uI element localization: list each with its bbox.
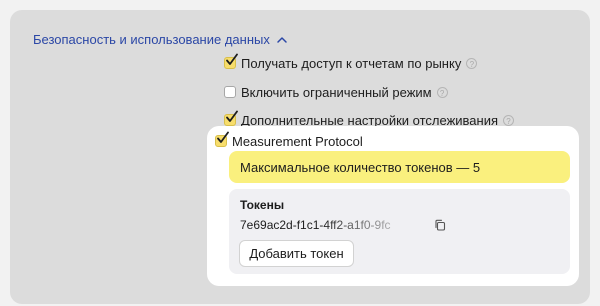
option-label: Включить ограниченный режим (241, 84, 432, 100)
checkmark-icon (217, 131, 229, 143)
add-token-button[interactable]: Добавить токен (239, 240, 354, 267)
chevron-up-icon (277, 36, 287, 43)
token-value: 7e69ac2d-f1c1-4ff2-a1f0-9fc (240, 218, 391, 232)
option-label: Measurement Protocol (232, 133, 363, 149)
option-measurement-protocol[interactable]: Measurement Protocol (215, 131, 363, 150)
checkmark-icon (226, 110, 238, 122)
section-title: Безопасность и использование данных (33, 32, 270, 47)
copy-icon[interactable] (434, 219, 446, 231)
tokens-box: Токены 7e69ac2d-f1c1-4ff2-a1f0-9fc Добав… (229, 189, 570, 274)
help-icon[interactable]: ? (436, 86, 448, 98)
checkbox-market-reports[interactable] (224, 53, 238, 69)
checkbox-tracking-settings[interactable] (224, 110, 238, 126)
option-label: Получать доступ к отчетам по рынку (241, 55, 462, 71)
section-header-security[interactable]: Безопасность и использование данных (33, 32, 288, 47)
help-icon[interactable]: ? (466, 57, 478, 69)
option-market-reports[interactable]: Получать доступ к отчетам по рынку ? (224, 53, 478, 72)
checkbox-restricted-mode[interactable] (224, 86, 236, 98)
checkmark-icon (226, 53, 238, 65)
token-limit-warning: Максимальное количество токенов — 5 (229, 151, 570, 183)
option-restricted-mode[interactable]: Включить ограниченный режим ? (224, 83, 448, 101)
checkbox-measurement-protocol[interactable] (215, 131, 229, 147)
measurement-protocol-card: Measurement Protocol Максимальное количе… (207, 126, 579, 286)
help-icon[interactable]: ? (503, 114, 515, 126)
tokens-title: Токены (240, 198, 285, 212)
